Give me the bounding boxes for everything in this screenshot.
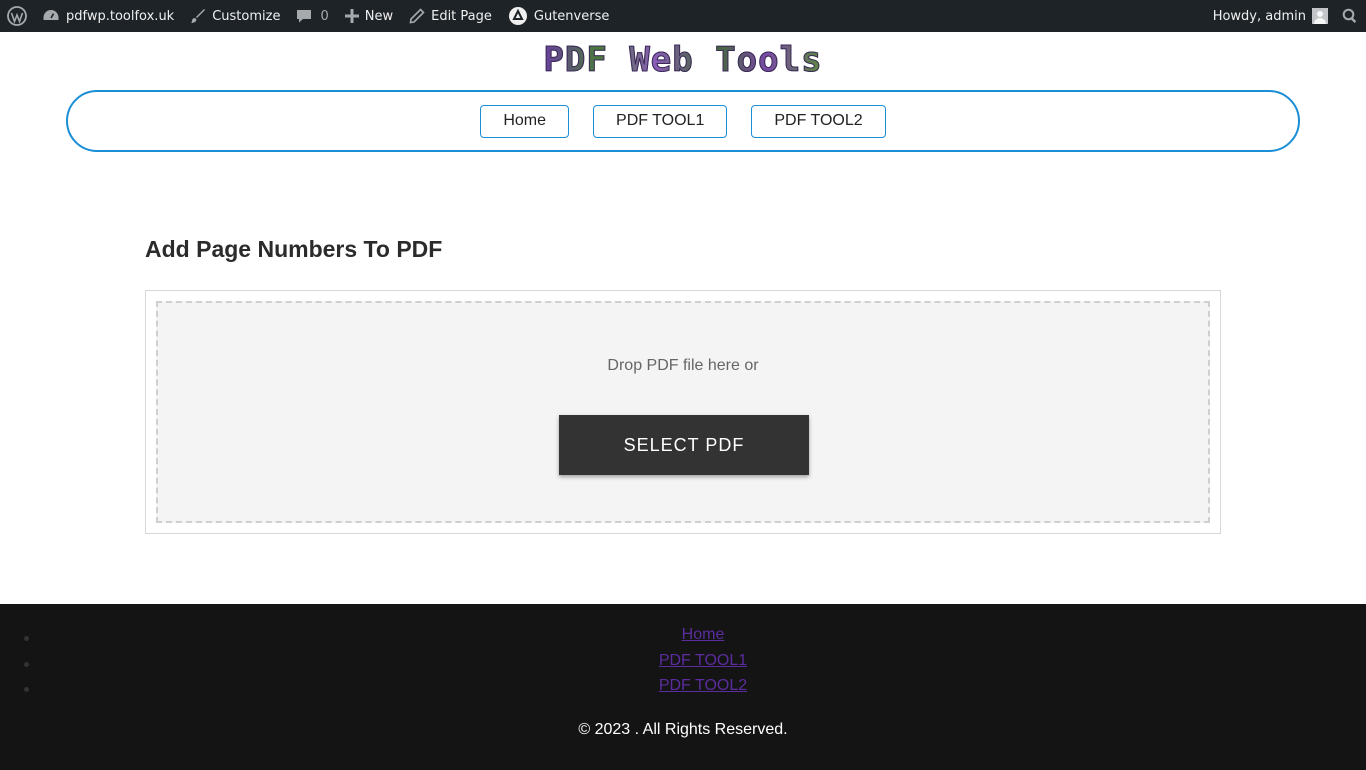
- select-pdf-button[interactable]: SELECT PDF: [559, 415, 809, 475]
- nav-item-pdf-tool1[interactable]: PDF TOOL1: [593, 104, 728, 138]
- new-content-menu[interactable]: New: [337, 0, 401, 32]
- plus-icon: [344, 9, 359, 23]
- footer-link-pdf-tool1[interactable]: PDF TOOL1: [659, 652, 747, 669]
- admin-bar: pdfwp.toolfox.uk Customize 0 New Edit Pa…: [0, 0, 1366, 32]
- comment-icon: [297, 10, 312, 23]
- admin-search[interactable]: [1336, 0, 1366, 32]
- footer-menu-item: PDF TOOL1: [0, 652, 1366, 678]
- site-logo-text: PDF Web Tools: [543, 40, 823, 81]
- wordpress-icon: [7, 6, 27, 26]
- comment-count: 0: [320, 8, 329, 24]
- edit-page-link[interactable]: Edit Page: [401, 0, 500, 32]
- customize-label: Customize: [212, 8, 281, 24]
- footer-menu: Home PDF TOOL1 PDF TOOL2: [0, 626, 1366, 703]
- gutenverse-icon: [508, 7, 527, 25]
- pencil-icon: [409, 8, 425, 24]
- upload-container: Drop PDF file here or SELECT PDF: [145, 290, 1221, 534]
- nav-item-pdf-tool2[interactable]: PDF TOOL2: [751, 104, 886, 138]
- gutenverse-label: Gutenverse: [533, 8, 610, 24]
- wordpress-logo-menu[interactable]: [0, 0, 34, 32]
- comments-link[interactable]: 0: [288, 0, 336, 32]
- drop-instructions: Drop PDF file here or: [607, 357, 759, 374]
- new-label: New: [364, 8, 394, 24]
- customize-link[interactable]: Customize: [182, 0, 288, 32]
- avatar: [1312, 8, 1328, 24]
- edit-page-label: Edit Page: [431, 8, 492, 24]
- my-account-menu[interactable]: Howdy, admin: [1205, 0, 1336, 32]
- footer-link-pdf-tool2[interactable]: PDF TOOL2: [659, 677, 747, 694]
- footer-link-home[interactable]: Home: [682, 626, 725, 643]
- site-name-menu[interactable]: pdfwp.toolfox.uk: [34, 0, 182, 32]
- dashboard-icon: [43, 10, 59, 20]
- main-navigation: Home PDF TOOL1 PDF TOOL2: [66, 90, 1300, 152]
- page-title: Add Page Numbers To PDF: [145, 236, 443, 262]
- pdf-drop-zone[interactable]: Drop PDF file here or SELECT PDF: [156, 301, 1210, 523]
- site-name: pdfwp.toolfox.uk: [66, 8, 175, 24]
- brush-icon: [191, 9, 206, 23]
- nav-item-home[interactable]: Home: [480, 104, 570, 138]
- howdy-label: Howdy, admin: [1212, 8, 1306, 24]
- footer-menu-item: Home: [0, 626, 1366, 652]
- footer-menu-item: PDF TOOL2: [0, 677, 1366, 703]
- copyright-text: © 2023 . All Rights Reserved.: [578, 721, 788, 738]
- gutenverse-menu[interactable]: Gutenverse: [500, 0, 617, 32]
- site-logo[interactable]: PDF Web Tools: [0, 40, 1366, 81]
- search-icon: [1342, 8, 1357, 23]
- site-footer: Home PDF TOOL1 PDF TOOL2 © 2023 . All Ri…: [0, 604, 1366, 770]
